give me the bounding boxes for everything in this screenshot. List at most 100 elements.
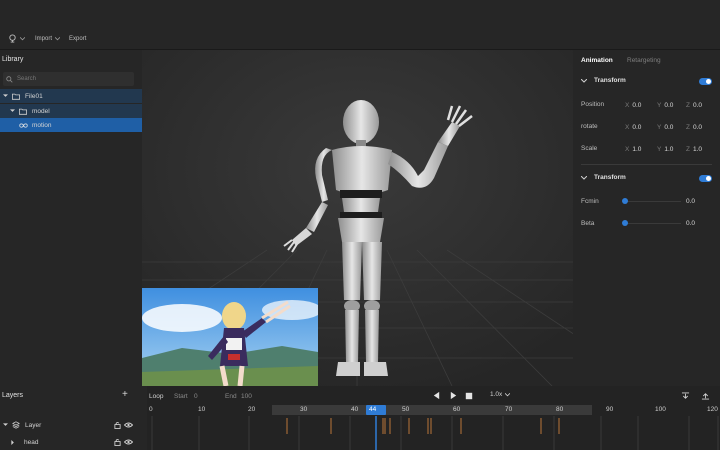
search-icon: [6, 75, 13, 83]
frame-tick: 40: [351, 406, 359, 413]
eye-icon[interactable]: [124, 422, 133, 428]
position-label: Position: [581, 101, 605, 108]
fcmin-slider-track[interactable]: [625, 201, 681, 202]
frame-tick: 20: [248, 406, 256, 413]
keyframes: [286, 418, 560, 434]
position-z-field[interactable]: Z 0.0: [686, 99, 706, 111]
position-x-field[interactable]: X 0.0: [625, 99, 645, 111]
tab-animation[interactable]: Animation: [581, 57, 613, 64]
frame-tick: 70: [505, 406, 513, 413]
rotate-label: rotate: [581, 123, 598, 130]
video-frame: [142, 288, 318, 386]
tree-item-label: model: [32, 107, 50, 115]
import-label: Import: [35, 35, 53, 42]
chevron-down-icon: [55, 36, 61, 40]
axis-label: Y: [657, 101, 662, 109]
layers-panel: Layers + Layer head: [0, 386, 147, 450]
previous-frame-icon[interactable]: [432, 391, 441, 400]
stop-icon[interactable]: [465, 392, 473, 400]
transform-section-header[interactable]: Transform: [581, 77, 716, 84]
tab-retargeting[interactable]: Retargeting: [627, 57, 661, 64]
chevron-down-icon: [3, 423, 8, 426]
fcmin-slider-handle[interactable]: [622, 198, 628, 204]
eye-icon[interactable]: [124, 439, 133, 445]
frame-tick: 120: [707, 406, 718, 413]
beta-label: Beta: [581, 220, 595, 227]
playback-range[interactable]: [272, 405, 592, 415]
scale-y-field[interactable]: Y 1.0: [657, 143, 677, 155]
axis-label: X: [625, 123, 630, 131]
tree-item-label: File01: [25, 92, 43, 100]
start-input[interactable]: 0: [194, 393, 198, 400]
chevron-down-icon: [581, 78, 587, 83]
field-value: 1.0: [692, 145, 703, 153]
scale-label: Scale: [581, 145, 598, 152]
transform2-section-header[interactable]: Transform: [581, 174, 716, 181]
transform-toggle[interactable]: [699, 78, 712, 85]
field-value: 0.0: [632, 101, 642, 109]
frame-tick: 30: [300, 406, 308, 413]
add-layer-button[interactable]: +: [122, 389, 128, 400]
library-search-input[interactable]: Search: [3, 72, 134, 86]
layers-title: Layers: [2, 392, 24, 399]
speed-value: 1.0x: [490, 391, 503, 398]
layer-label: Layer: [25, 421, 42, 429]
field-value: 0.0: [664, 101, 674, 109]
scale-x-field[interactable]: X 1.0: [625, 143, 645, 155]
end-label: End: [225, 393, 237, 400]
library-title: Library: [2, 56, 24, 63]
playback-speed-select[interactable]: 1.0x: [490, 391, 511, 398]
expand-up-icon[interactable]: [701, 392, 710, 400]
app-menu-button[interactable]: [8, 34, 25, 43]
chevron-down-icon: [505, 392, 511, 396]
lock-icon[interactable]: [114, 421, 121, 429]
keyframe-track[interactable]: [147, 416, 720, 450]
field-value: 1.0: [632, 145, 642, 153]
position-y-field[interactable]: Y 0.0: [657, 99, 677, 111]
fcmin-value[interactable]: 0.0: [686, 198, 695, 205]
rotate-x-field[interactable]: X 0.0: [625, 121, 645, 133]
chevron-right-icon: [11, 439, 14, 445]
chevron-down-icon: [581, 175, 587, 180]
lock-icon[interactable]: [114, 438, 121, 446]
folder-icon: [12, 93, 20, 100]
track-lines: [151, 416, 719, 450]
frame-tick: 80: [556, 406, 564, 413]
axis-label: Y: [657, 145, 662, 153]
start-label: Start: [174, 393, 188, 400]
tree-item-motion[interactable]: motion: [0, 118, 142, 132]
field-value: 1.0: [664, 145, 674, 153]
axis-label: X: [625, 101, 630, 109]
rotate-z-field[interactable]: Z 0.0: [686, 121, 706, 133]
motion-icon: [19, 122, 28, 128]
frame-tick: 90: [606, 406, 614, 413]
chevron-down-icon: [10, 109, 15, 112]
section-title: Transform: [594, 77, 626, 84]
play-icon[interactable]: [449, 391, 458, 400]
rotate-y-field[interactable]: Y 0.0: [657, 121, 677, 133]
frame-tick: 50: [402, 406, 410, 413]
tree-item-file01[interactable]: File01: [0, 89, 142, 103]
export-label: Export: [69, 35, 87, 42]
transform2-toggle[interactable]: [699, 175, 712, 182]
import-menu[interactable]: Import: [35, 35, 61, 42]
properties-panel: Animation Retargeting Transform Position…: [573, 50, 720, 390]
collapse-down-icon[interactable]: [681, 392, 690, 400]
beta-value[interactable]: 0.0: [686, 220, 695, 227]
folder-icon: [19, 108, 27, 115]
frame-tick: 60: [453, 406, 461, 413]
export-menu[interactable]: Export: [69, 36, 86, 42]
beta-slider-track[interactable]: [625, 223, 681, 224]
title-bar: [0, 0, 720, 28]
chevron-down-icon: [3, 94, 8, 97]
end-input[interactable]: 100: [241, 393, 252, 400]
section-divider: [581, 164, 712, 165]
layer-label: head: [24, 438, 39, 446]
loop-toggle[interactable]: Loop: [149, 393, 163, 400]
frame-tick: 0: [149, 406, 153, 413]
frame-tick: 10: [198, 406, 206, 413]
scale-z-field[interactable]: Z 1.0: [686, 143, 706, 155]
search-placeholder: Search: [17, 76, 37, 82]
beta-slider-handle[interactable]: [622, 220, 628, 226]
tree-item-model[interactable]: model: [0, 104, 142, 118]
